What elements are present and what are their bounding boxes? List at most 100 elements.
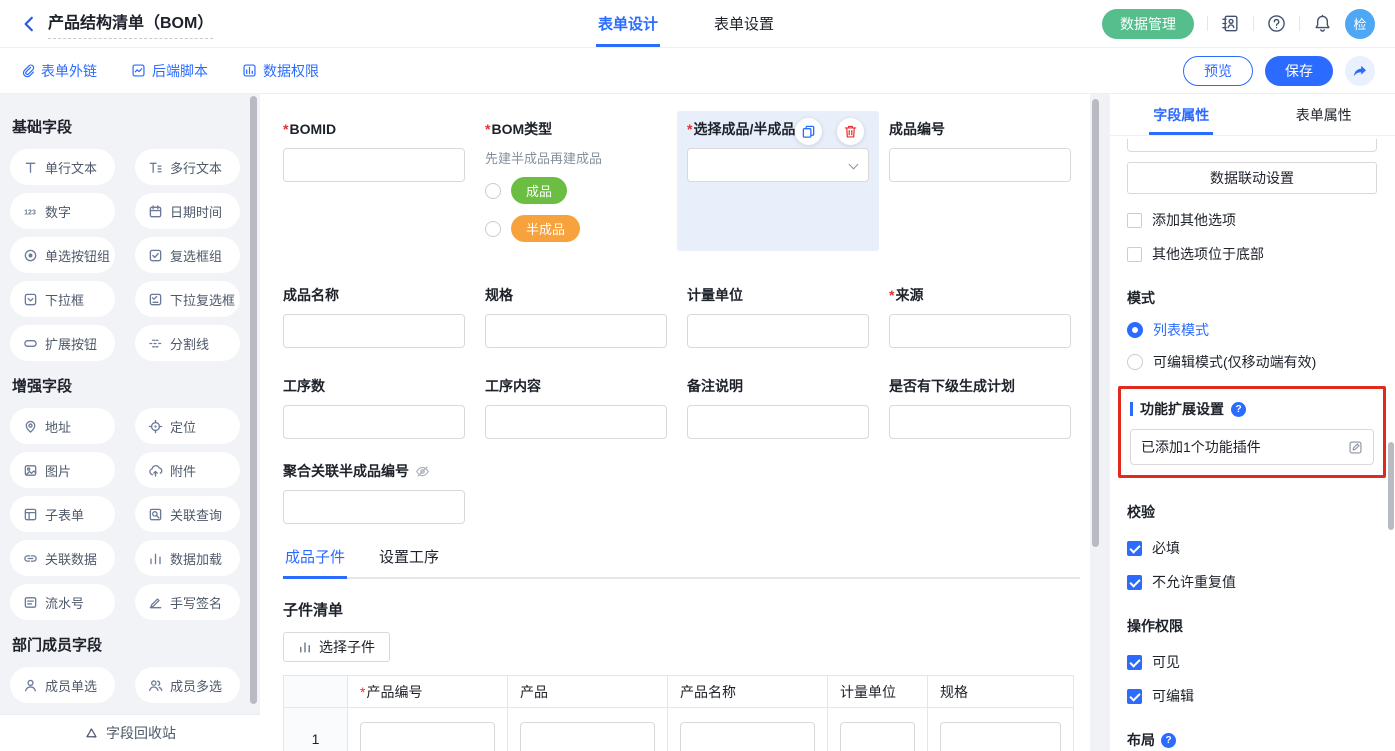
radio-icon[interactable] xyxy=(1127,354,1143,370)
sidebar-item-related-data[interactable]: 关联数据 xyxy=(10,540,115,576)
field-tile[interactable]: 工序内容 xyxy=(475,368,677,447)
question-circle-icon[interactable]: ? xyxy=(1231,402,1246,417)
field-input[interactable] xyxy=(283,490,465,524)
field-tile[interactable]: *BOM类型先建半成品再建成品成品半成品 xyxy=(475,111,677,261)
canvas-subtab-0[interactable]: 成品子件 xyxy=(283,546,347,577)
topbar-tab-form-settings[interactable]: 表单设置 xyxy=(714,0,774,47)
topbar-tab-form-design[interactable]: 表单设计 xyxy=(598,0,658,47)
toolbar-link-link[interactable]: 表单外链 xyxy=(20,61,97,81)
radio-option[interactable]: 成品 xyxy=(485,177,667,204)
sidebar-scrollbar-thumb[interactable] xyxy=(250,96,257,704)
select-child-button[interactable]: 选择子件 xyxy=(283,632,390,662)
mode-radio-option[interactable]: 可编辑模式(仅移动端有效) xyxy=(1127,352,1377,372)
sidebar-item-extend-button[interactable]: 扩展按钮 xyxy=(10,325,115,361)
sidebar-item-radio-group[interactable]: 单选按钮组 xyxy=(10,237,115,273)
permission-checkbox[interactable]: 可见 xyxy=(1127,652,1377,672)
checkbox-icon[interactable] xyxy=(1127,541,1142,556)
save-button[interactable]: 保存 xyxy=(1265,56,1333,86)
sidebar-item-data-load[interactable]: 数据加载 xyxy=(135,540,240,576)
field-input[interactable] xyxy=(687,314,869,348)
sidebar-item-dropdown-multi[interactable]: 下拉复选框 xyxy=(135,281,240,317)
toolbar-link-permission[interactable]: 数据权限 xyxy=(242,61,319,81)
checkbox-icon[interactable] xyxy=(1127,689,1142,704)
panel-tab-form-props[interactable]: 表单属性 xyxy=(1253,94,1395,135)
table-cell-input[interactable] xyxy=(840,722,915,751)
checkbox-icon[interactable] xyxy=(1127,247,1142,262)
field-input[interactable] xyxy=(889,148,1071,182)
back-icon[interactable] xyxy=(20,15,38,33)
help-icon[interactable] xyxy=(1267,14,1286,33)
sidebar-item-signature[interactable]: 手写签名 xyxy=(135,584,240,620)
field-tile[interactable]: 规格 xyxy=(475,277,677,356)
radio-option[interactable]: 半成品 xyxy=(485,215,667,242)
share-button[interactable] xyxy=(1345,56,1375,86)
contacts-icon[interactable] xyxy=(1221,14,1240,33)
field-input[interactable] xyxy=(283,148,465,182)
extension-plugin-field[interactable]: 已添加1个功能插件 xyxy=(1130,429,1374,465)
data-link-settings-button[interactable]: 数据联动设置 xyxy=(1127,162,1377,194)
data-manage-button[interactable]: 数据管理 xyxy=(1102,9,1194,39)
sidebar-item-address[interactable]: 地址 xyxy=(10,408,115,444)
field-input[interactable] xyxy=(889,405,1071,439)
field-tile[interactable]: 备注说明 xyxy=(677,368,879,447)
sidebar-item-locate[interactable]: 定位 xyxy=(135,408,240,444)
mode-radio-option[interactable]: 列表模式 xyxy=(1127,320,1377,340)
sidebar-item-datetime[interactable]: 日期时间 xyxy=(135,193,240,229)
sidebar-item-checkbox-group[interactable]: 复选框组 xyxy=(135,237,240,273)
bell-icon[interactable] xyxy=(1313,14,1332,33)
field-select[interactable] xyxy=(687,148,869,182)
validation-checkbox[interactable]: 不允许重复值 xyxy=(1127,572,1377,592)
sidebar-item-image[interactable]: 图片 xyxy=(10,452,115,488)
sidebar-item-number[interactable]: 123数字 xyxy=(10,193,115,229)
canvas-subtab-1[interactable]: 设置工序 xyxy=(377,546,441,577)
field-tile[interactable]: *选择成品/半成品 xyxy=(677,111,879,251)
radio-icon[interactable] xyxy=(1127,322,1143,338)
sidebar-item-serial-number[interactable]: 流水号 xyxy=(10,584,115,620)
field-input[interactable] xyxy=(485,405,667,439)
field-tile[interactable]: 工序数 xyxy=(273,368,475,447)
permission-checkbox[interactable]: 可编辑 xyxy=(1127,686,1377,706)
copy-field-button[interactable] xyxy=(795,118,822,145)
option-checkbox[interactable]: 其他选项位于底部 xyxy=(1127,244,1377,264)
sidebar-item-single-line-text[interactable]: 单行文本 xyxy=(10,149,115,185)
field-tile[interactable]: 成品名称 xyxy=(273,277,475,356)
validation-checkbox[interactable]: 必填 xyxy=(1127,538,1377,558)
edit-icon[interactable] xyxy=(1348,440,1363,455)
question-circle-icon[interactable]: ? xyxy=(1161,733,1176,748)
table-cell-input[interactable] xyxy=(520,722,655,751)
toolbar-link-script[interactable]: 后端脚本 xyxy=(131,61,208,81)
page-title[interactable]: 产品结构清单（BOM） xyxy=(48,9,213,39)
canvas-scrollbar-thumb[interactable] xyxy=(1092,99,1099,547)
checkbox-icon[interactable] xyxy=(1127,655,1142,670)
field-tile[interactable]: 成品编号 xyxy=(879,111,1081,190)
avatar[interactable]: 检 xyxy=(1345,9,1375,39)
field-tile[interactable]: *BOMID xyxy=(273,111,475,190)
table-cell-input[interactable] xyxy=(360,722,495,751)
field-tile[interactable]: 是否有下级生成计划 xyxy=(879,368,1081,447)
sidebar-item-attachment[interactable]: 附件 xyxy=(135,452,240,488)
scrolled-partial-input[interactable] xyxy=(1127,139,1377,152)
radio-icon[interactable] xyxy=(485,221,501,237)
delete-field-button[interactable] xyxy=(837,118,864,145)
field-input[interactable] xyxy=(283,405,465,439)
panel-tab-field-props[interactable]: 字段属性 xyxy=(1110,94,1253,135)
sidebar-item-multi-line-text[interactable]: 多行文本 xyxy=(135,149,240,185)
field-tile[interactable]: 计量单位 xyxy=(677,277,879,356)
radio-icon[interactable] xyxy=(485,183,501,199)
sidebar-item-dropdown[interactable]: 下拉框 xyxy=(10,281,115,317)
field-input[interactable] xyxy=(687,405,869,439)
sidebar-item-divider[interactable]: 分割线 xyxy=(135,325,240,361)
checkbox-icon[interactable] xyxy=(1127,575,1142,590)
field-input[interactable] xyxy=(283,314,465,348)
field-tile[interactable]: *来源 xyxy=(879,277,1081,356)
table-cell-input[interactable] xyxy=(940,722,1061,751)
sidebar-item-member-multi[interactable]: 成员多选 xyxy=(135,667,240,703)
option-checkbox[interactable]: 添加其他选项 xyxy=(1127,210,1377,230)
field-input[interactable] xyxy=(889,314,1071,348)
table-cell-input[interactable] xyxy=(680,722,815,751)
checkbox-icon[interactable] xyxy=(1127,213,1142,228)
field-input[interactable] xyxy=(485,314,667,348)
field-tile[interactable]: 聚合关联半成品编号 xyxy=(273,453,475,532)
field-recycle-bin[interactable]: 字段回收站 xyxy=(0,714,260,751)
sidebar-item-member-single[interactable]: 成员单选 xyxy=(10,667,115,703)
